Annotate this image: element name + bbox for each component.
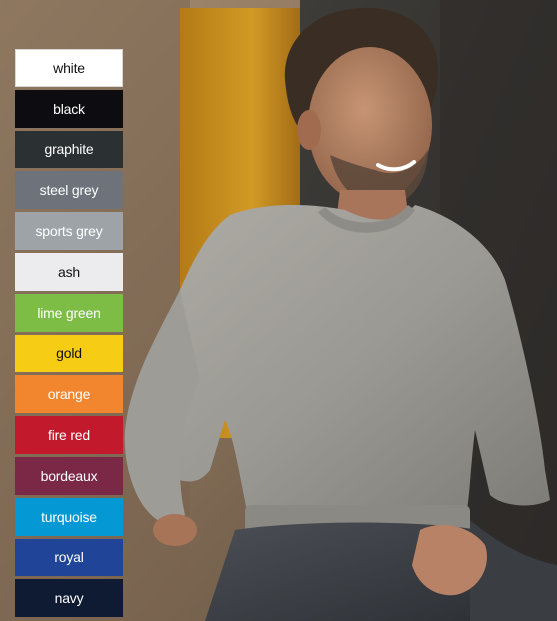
color-swatch-royal[interactable]: royal <box>15 538 123 577</box>
color-swatch-list: white black graphite steel grey sports grey a… <box>15 49 123 618</box>
color-swatch-fire-red[interactable]: fire red <box>15 416 123 454</box>
color-swatch-sports-grey[interactable]: sports grey <box>15 212 123 250</box>
color-swatch-black[interactable]: black <box>15 89 123 128</box>
color-swatch-orange[interactable]: orange <box>15 375 123 414</box>
color-swatch-turquoise[interactable]: turquoise <box>15 497 123 536</box>
color-swatch-steel-grey[interactable]: steel grey <box>15 171 123 210</box>
color-swatch-navy[interactable]: navy <box>15 579 123 618</box>
color-swatch-white[interactable]: white <box>15 49 123 87</box>
color-swatch-ash[interactable]: ash <box>15 252 123 291</box>
color-swatch-gold[interactable]: gold <box>15 334 123 373</box>
color-swatch-lime-green[interactable]: lime green <box>15 293 123 332</box>
color-swatch-bordeaux[interactable]: bordeaux <box>15 456 123 495</box>
color-swatch-graphite[interactable]: graphite <box>15 130 123 169</box>
product-image-frame: white black graphite steel grey sports grey a… <box>0 0 557 621</box>
